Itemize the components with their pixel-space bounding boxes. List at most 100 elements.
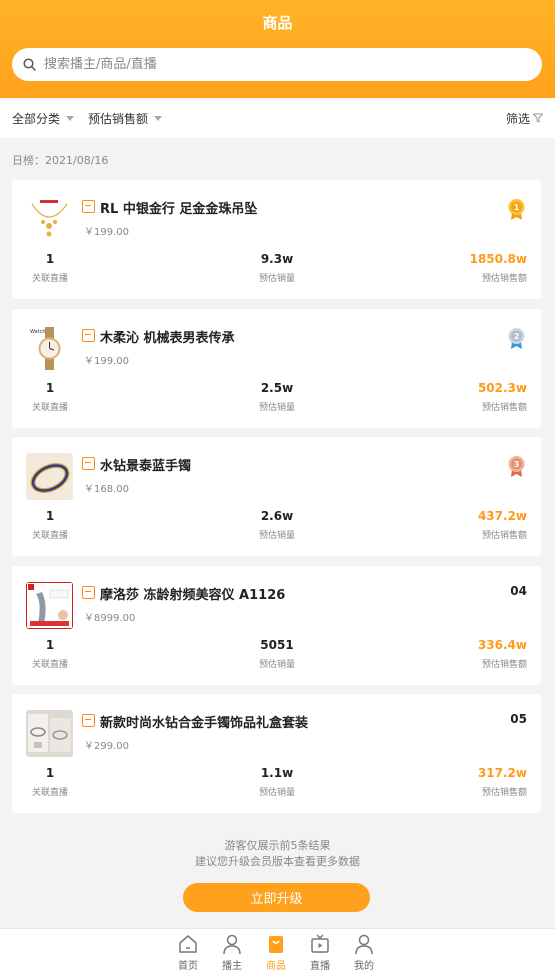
screen-filter-label: 筛选 bbox=[505, 111, 530, 126]
revenue-value: 1850.8w bbox=[469, 252, 527, 266]
revenue-label: 预估销售额 bbox=[481, 788, 527, 798]
linked-live-stat: 1 关联直播 bbox=[30, 252, 70, 284]
revenue-stat: 437.2w 预估销售额 bbox=[478, 509, 527, 541]
linked-live-label: 关联直播 bbox=[31, 660, 68, 670]
silver-medal-icon: 2 bbox=[508, 328, 525, 349]
product-price: ￥8999.00 bbox=[84, 613, 136, 624]
screen-filter-button[interactable]: 筛选 bbox=[506, 110, 543, 127]
sales-label: 预估销量 bbox=[258, 403, 295, 413]
sales-label: 预估销量 bbox=[258, 660, 295, 670]
product-name: 木柔沁 机械表男表传承 bbox=[100, 331, 235, 346]
sort-filter-label: 预估销售额 bbox=[88, 111, 149, 126]
person-icon bbox=[223, 934, 241, 955]
linked-live-stat: 1 关联直播 bbox=[30, 766, 70, 798]
product-name: 摩洛莎 冻龄射频美容仪 A1126 bbox=[100, 588, 286, 603]
linked-live-label: 关联直播 bbox=[31, 788, 68, 798]
product-name: 新款时尚水钻合金手镯饰品礼盒套装 bbox=[100, 716, 309, 731]
sales-value: 5051 bbox=[260, 638, 294, 652]
sales-value: 2.5w bbox=[260, 381, 294, 395]
rank-number: 05 bbox=[510, 712, 527, 726]
product-thumbnail bbox=[26, 196, 73, 243]
user-icon bbox=[355, 934, 373, 955]
sales-value: 9.3w bbox=[260, 252, 294, 266]
revenue-stat: 502.3w 预估销售额 bbox=[478, 381, 527, 413]
play-screen-icon bbox=[311, 934, 329, 953]
shop-tag-icon bbox=[82, 457, 95, 470]
linked-live-value: 1 bbox=[45, 252, 55, 266]
product-name: RL 中银金行 足金金珠吊坠 bbox=[100, 202, 258, 217]
product-card[interactable]: RL 中银金行 足金金珠吊坠 ￥199.00 1 1 关联直播 9.3w 预估销量 … bbox=[12, 180, 541, 299]
linked-live-label: 关联直播 bbox=[31, 531, 68, 541]
tab-home[interactable]: 首页 bbox=[168, 933, 208, 972]
sort-filter[interactable]: 预估销售额 bbox=[88, 110, 163, 127]
linked-live-value: 1 bbox=[45, 638, 55, 652]
caret-down-icon bbox=[66, 115, 75, 121]
revenue-label: 预估销售额 bbox=[481, 274, 527, 284]
svg-text:Watch: Watch bbox=[30, 329, 46, 335]
revenue-label: 预估销售额 bbox=[481, 660, 527, 670]
category-filter[interactable]: 全部分类 bbox=[12, 110, 75, 127]
linked-live-value: 1 bbox=[45, 766, 55, 780]
svg-text:2: 2 bbox=[514, 332, 520, 341]
caret-down-icon bbox=[154, 115, 163, 121]
shop-tag-icon bbox=[82, 586, 95, 599]
tab-streamers[interactable]: 播主 bbox=[212, 933, 252, 972]
revenue-value: 336.4w bbox=[477, 638, 527, 652]
linked-live-value: 1 bbox=[45, 509, 55, 523]
category-filter-label: 全部分类 bbox=[12, 111, 61, 126]
sales-label: 预估销量 bbox=[258, 788, 295, 798]
home-icon bbox=[179, 935, 197, 953]
guest-notice-line1: 游客仅展示前5条结果 bbox=[224, 839, 331, 852]
revenue-stat: 336.4w 预估销售额 bbox=[478, 638, 527, 670]
funnel-icon bbox=[533, 113, 543, 123]
rank-number: 04 bbox=[510, 584, 527, 598]
linked-live-label: 关联直播 bbox=[31, 403, 68, 413]
sales-label: 预估销量 bbox=[258, 274, 295, 284]
search-icon bbox=[23, 58, 36, 71]
svg-text:1: 1 bbox=[514, 203, 520, 212]
tab-live[interactable]: 直播 bbox=[300, 933, 340, 972]
revenue-value: 437.2w bbox=[477, 509, 527, 523]
product-price: ￥199.00 bbox=[84, 356, 129, 367]
shop-tag-icon bbox=[82, 200, 95, 213]
page-title: 商品 bbox=[262, 14, 293, 32]
product-card[interactable]: 摩洛莎 冻龄射频美容仪 A1126 ￥8999.00 04 1 关联直播 5051… bbox=[12, 566, 541, 685]
product-thumbnail: Watch bbox=[26, 325, 73, 372]
product-name: 水钻景泰蓝手镯 bbox=[100, 459, 192, 474]
revenue-label: 预估销售额 bbox=[481, 531, 527, 541]
product-thumbnail bbox=[26, 710, 73, 757]
revenue-stat: 317.2w 预估销售额 bbox=[478, 766, 527, 798]
sales-stat: 2.5w 预估销量 bbox=[247, 381, 307, 413]
revenue-value: 317.2w bbox=[477, 766, 527, 780]
sales-label: 预估销量 bbox=[258, 531, 295, 541]
product-card[interactable]: 新款时尚水钻合金手镯饰品礼盒套装 ￥299.00 05 1 关联直播 1.1w 预估… bbox=[12, 694, 541, 813]
sales-stat: 9.3w 预估销量 bbox=[247, 252, 307, 284]
upgrade-button[interactable]: 立即升级 bbox=[183, 883, 370, 912]
bronze-medal-icon: 3 bbox=[508, 456, 525, 477]
tab-mine-label: 我的 bbox=[354, 961, 374, 972]
sales-value: 1.1w bbox=[260, 766, 294, 780]
sales-stat: 2.6w 预估销量 bbox=[247, 509, 307, 541]
product-card[interactable]: Watch 木柔沁 机械表男表传承 ￥199.00 2 1 关联直播 2.5w 预估… bbox=[12, 309, 541, 428]
revenue-label: 预估销售额 bbox=[481, 403, 527, 413]
product-card[interactable]: 水钻景泰蓝手镯 ￥168.00 3 1 关联直播 2.6w 预估销量 437.2w 预… bbox=[12, 437, 541, 556]
bottom-tab-bar: 首页 播主 商品 直播 我的 bbox=[0, 928, 555, 974]
linked-live-stat: 1 关联直播 bbox=[30, 509, 70, 541]
tab-mine[interactable]: 我的 bbox=[344, 933, 384, 972]
sales-stat: 5051 预估销量 bbox=[247, 638, 307, 670]
product-price: ￥168.00 bbox=[84, 484, 129, 495]
product-thumbnail bbox=[26, 453, 73, 500]
search-bar[interactable] bbox=[12, 48, 542, 81]
filter-bar: 全部分类 预估销售额 筛选 bbox=[0, 98, 555, 138]
product-price: ￥299.00 bbox=[84, 741, 129, 752]
sales-stat: 1.1w 预估销量 bbox=[247, 766, 307, 798]
svg-text:3: 3 bbox=[514, 460, 520, 469]
shopping-bag-icon bbox=[269, 936, 283, 953]
tab-live-label: 直播 bbox=[310, 961, 330, 972]
tab-products-label: 商品 bbox=[266, 961, 286, 972]
linked-live-value: 1 bbox=[45, 381, 55, 395]
search-input[interactable] bbox=[44, 57, 504, 72]
shop-tag-icon bbox=[82, 329, 95, 342]
tab-products[interactable]: 商品 bbox=[256, 933, 296, 972]
revenue-value: 502.3w bbox=[477, 381, 527, 395]
